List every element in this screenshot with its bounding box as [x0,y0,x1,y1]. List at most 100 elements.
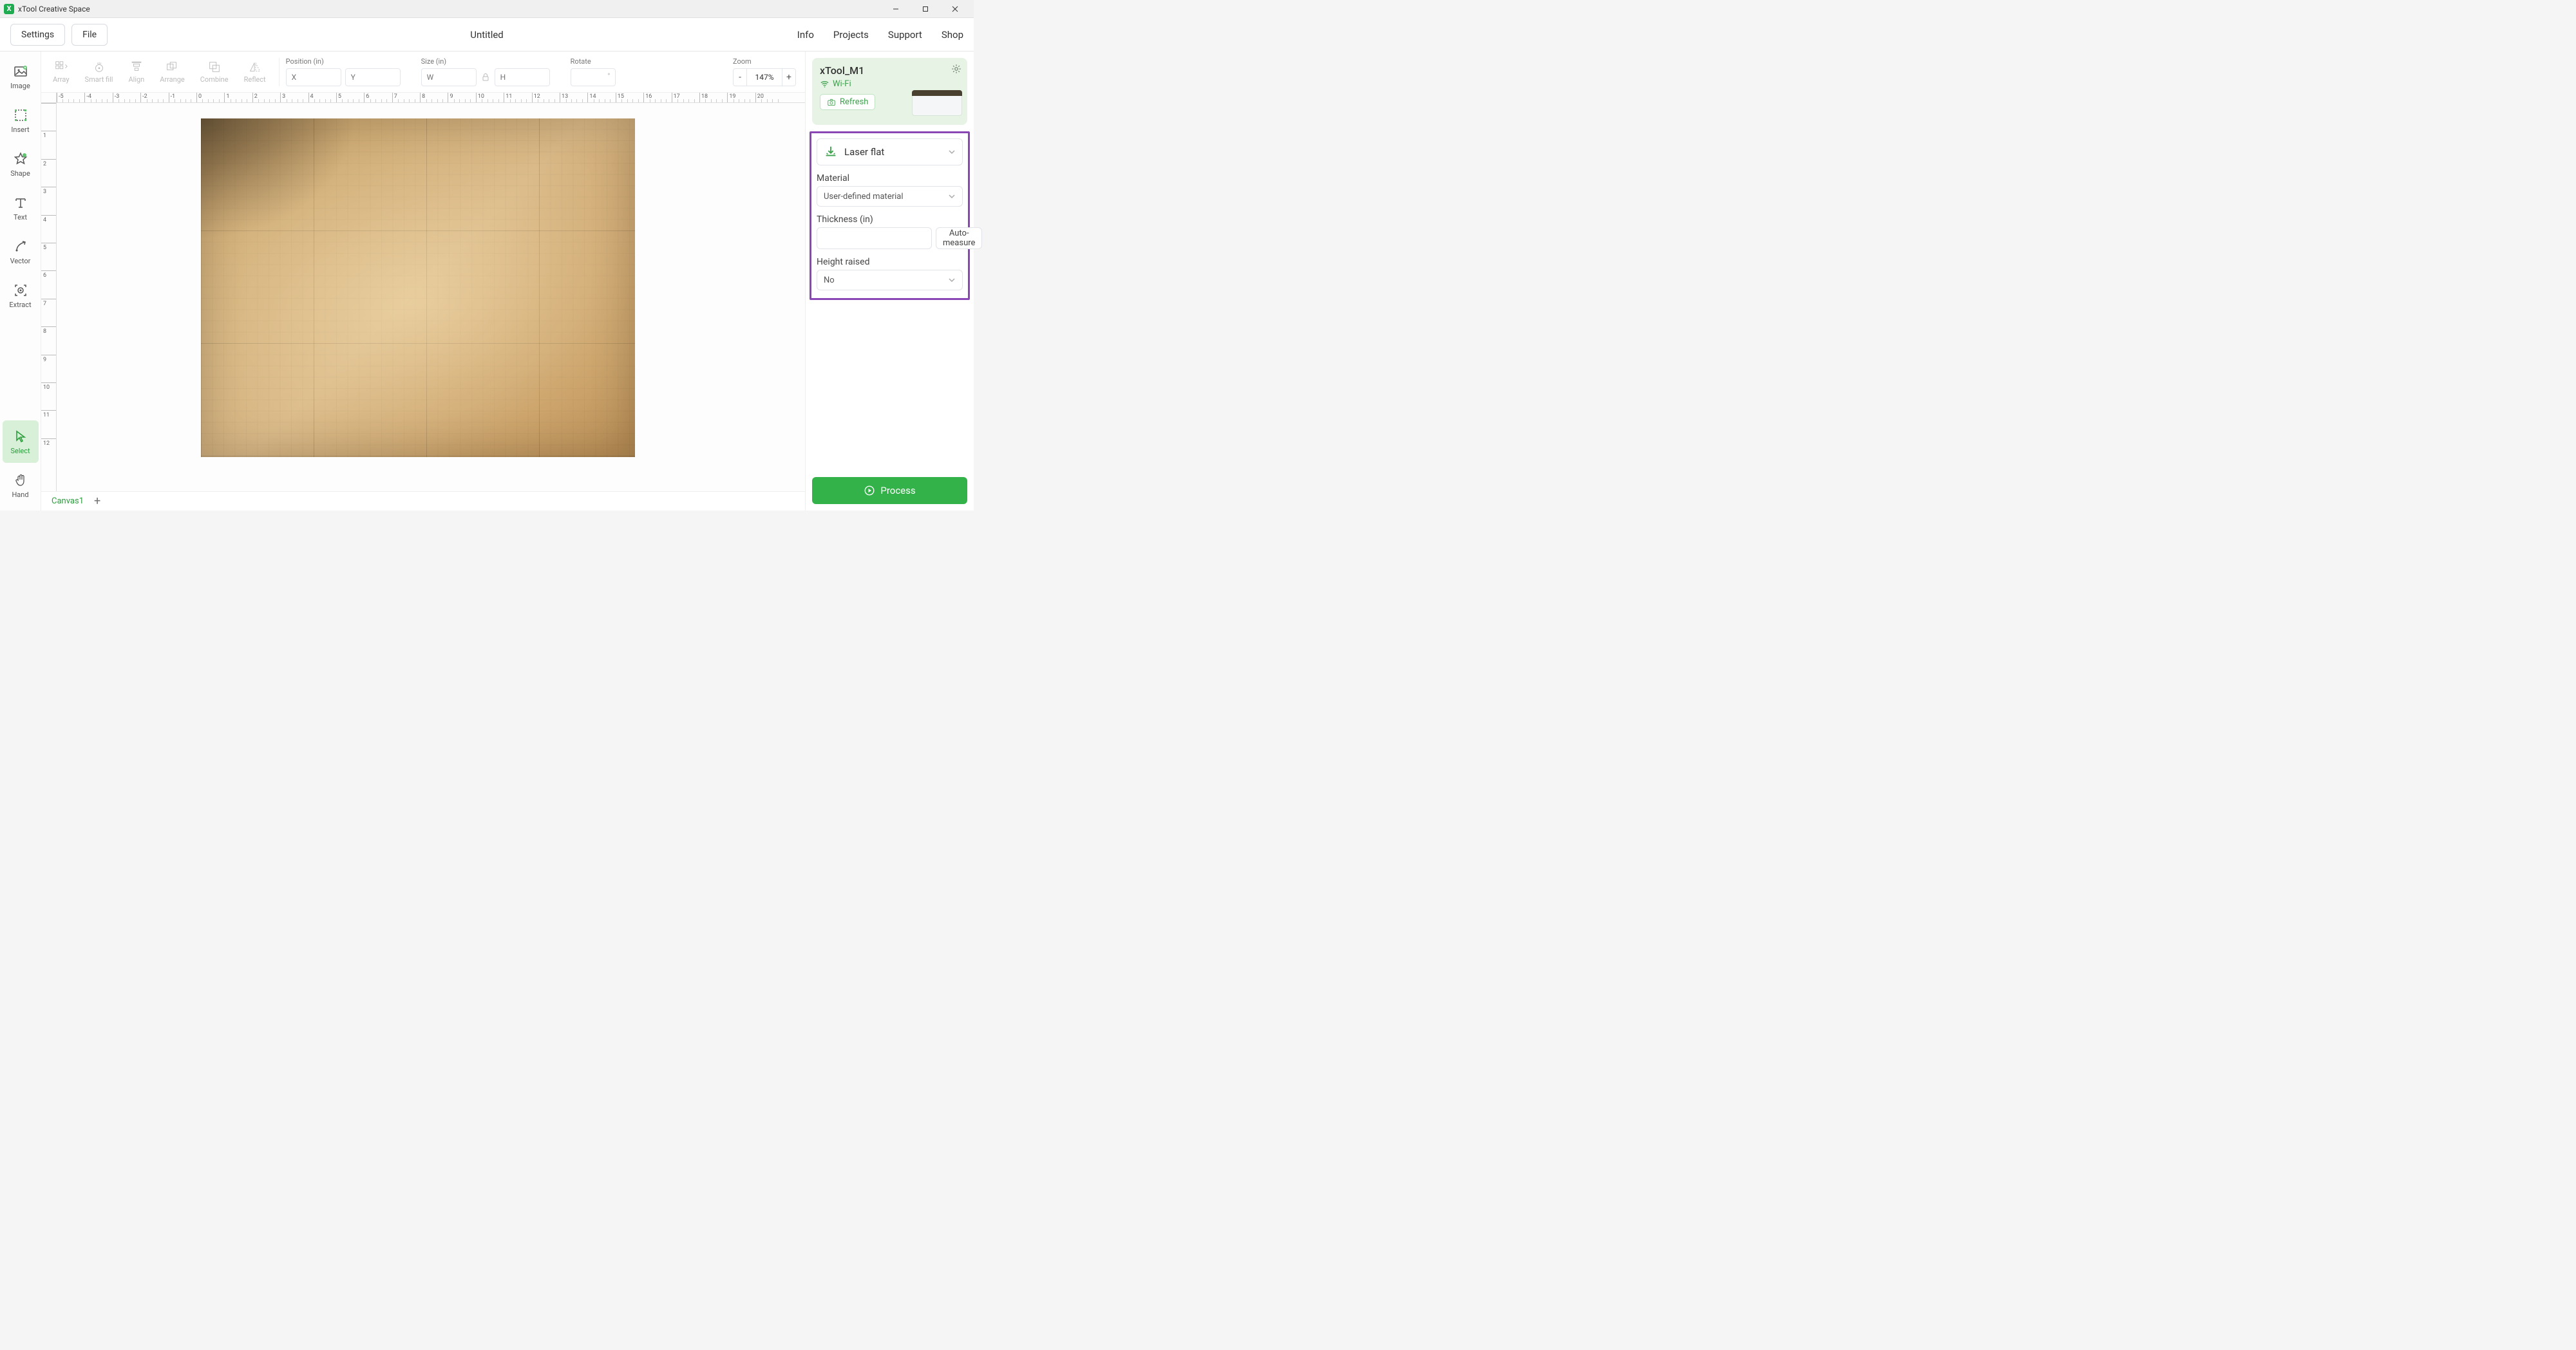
ruler-horizontal: -5-4-3-2-1012345678910111213141516171819… [57,93,805,103]
ruler-v-tick: 2 [41,159,56,187]
tb-combine[interactable]: Combine [194,54,235,90]
mode-select[interactable]: Laser flat [817,138,963,165]
window-minimize-button[interactable] [881,0,911,18]
smartfill-icon [92,60,106,74]
refresh-label: Refresh [840,97,868,107]
ruler-h-tick: 10 [476,93,504,102]
ruler-h-tick: 18 [699,93,727,102]
body: Image Insert Shape Text Vector Extract [0,52,974,511]
app-title: xTool Creative Space [18,5,90,14]
tool-vector-label: Vector [10,257,31,265]
chevron-down-icon [948,192,956,200]
tool-text[interactable]: Text [3,187,39,229]
device-connection: Wi-Fi [820,79,960,89]
chevron-down-icon [948,148,956,156]
nav-shop[interactable]: Shop [942,29,963,41]
ruler-h-tick: -1 [169,93,196,102]
select-icon [13,429,28,444]
ruler-v-tick: 10 [41,382,56,410]
ruler-h-tick: 1 [224,93,252,102]
tab-canvas1[interactable]: Canvas1 [49,495,86,507]
nav-support[interactable]: Support [888,29,922,41]
rotate-section: Rotate ° [571,57,616,86]
nav-info[interactable]: Info [797,29,814,41]
ruler-v-tick: 9 [41,355,56,382]
position-y-input[interactable] [345,68,401,86]
material-preview [201,118,635,457]
tool-hand[interactable]: Hand [3,464,39,507]
size-h-input[interactable] [495,68,550,86]
device-name: xTool_M1 [820,64,960,77]
thickness-input[interactable] [817,227,932,249]
height-raised-value: No [824,276,835,285]
extract-icon [13,283,28,298]
ruler-h-tick: 12 [532,93,560,102]
tool-shape[interactable]: Shape [3,143,39,185]
ruler-h-tick: 7 [392,93,420,102]
insert-icon [13,108,28,123]
tool-insert[interactable]: Insert [3,99,39,142]
ruler-h-tick: 4 [308,93,336,102]
gear-icon[interactable] [951,63,962,75]
titlebar: X xTool Creative Space [0,0,974,18]
tb-reflect-label: Reflect [244,75,266,84]
play-icon [864,485,875,496]
ruler-vertical: 123456789101112 [41,103,57,491]
tool-image-label: Image [10,82,30,90]
auto-measure-button[interactable]: Auto-measure [936,227,982,249]
ruler-h-tick: 3 [280,93,308,102]
refresh-button[interactable]: Refresh [820,94,875,110]
document-title: Untitled [470,29,504,41]
ruler-h-tick: 5 [336,93,364,102]
process-button[interactable]: Process [812,477,967,504]
ruler-h-tick: 17 [672,93,699,102]
tool-vector[interactable]: Vector [3,230,39,273]
position-section: Position (in) [286,57,401,86]
wifi-icon [820,79,829,89]
tb-array[interactable]: Array [46,54,76,90]
canvas[interactable] [57,103,805,491]
size-label: Size (in) [421,57,550,66]
size-w-input[interactable] [421,68,477,86]
zoom-label: Zoom [733,57,796,66]
process-label: Process [880,485,915,496]
window-close-button[interactable] [940,0,970,18]
ruler-v-tick [41,103,56,131]
laser-flat-icon [824,145,838,159]
wifi-label: Wi-Fi [833,79,851,89]
right-panel: xTool_M1 Wi-Fi Refresh Laser flat [805,52,974,511]
main-area: Array Smart fill Align Arrange Combine [41,52,805,511]
nav-projects[interactable]: Projects [833,29,869,41]
zoom-out-button[interactable]: - [733,68,747,86]
tb-reflect[interactable]: Reflect [238,54,272,90]
tb-align[interactable]: Align [122,54,151,90]
tb-combine-label: Combine [200,75,229,84]
zoom-value: 147% [747,68,782,86]
tool-select[interactable]: Select [3,420,39,463]
device-card: xTool_M1 Wi-Fi Refresh [812,58,967,125]
lock-icon[interactable] [480,72,491,82]
image-icon [13,64,28,79]
tb-arrange[interactable]: Arrange [153,54,191,90]
file-button[interactable]: File [71,24,108,46]
position-x-input[interactable] [286,68,341,86]
ruler-h-tick: 8 [420,93,448,102]
material-select[interactable]: User-defined material [817,186,963,207]
tool-image[interactable]: Image [3,55,39,98]
device-image [912,90,962,116]
upper-toolbar: Array Smart fill Align Arrange Combine [41,52,805,93]
zoom-section: Zoom - 147% + [733,57,796,86]
tb-smartfill[interactable]: Smart fill [79,54,120,90]
add-canvas-button[interactable]: + [94,494,100,508]
arrange-icon [165,60,179,74]
height-raised-select[interactable]: No [817,270,963,290]
position-label: Position (in) [286,57,401,66]
ruler-v-tick: 11 [41,410,56,438]
zoom-in-button[interactable]: + [782,68,796,86]
ruler-h-tick: -4 [84,93,112,102]
app-icon: X [4,4,14,14]
tb-smartfill-label: Smart fill [85,75,113,84]
settings-button[interactable]: Settings [10,24,65,46]
tool-extract[interactable]: Extract [3,274,39,317]
window-maximize-button[interactable] [911,0,940,18]
